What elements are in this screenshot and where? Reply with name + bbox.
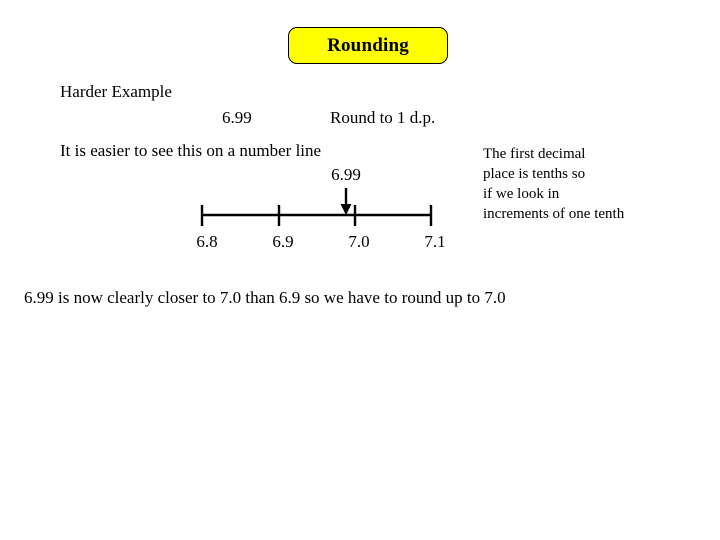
side-note: The first decimal place is tenths so if …: [483, 145, 718, 225]
number-line-tick-label: 7.1: [424, 232, 446, 251]
slide-canvas: Rounding Harder Example 6.99 Round to 1 …: [0, 0, 720, 540]
side-note-line: if we look in: [483, 185, 560, 202]
value-pointer-arrowhead: [340, 204, 352, 215]
example-value: 6.99: [222, 108, 252, 127]
number-line-arrow-label: 6.99: [331, 165, 361, 184]
side-note-line: increments of one tenth: [483, 205, 625, 222]
side-note-line: The first decimal: [483, 146, 586, 162]
page-title: Rounding: [327, 35, 409, 56]
number-line-tick-label: 6.8: [196, 232, 218, 251]
number-line-tick-label: 6.9: [272, 232, 294, 251]
number-line-tick-label: 7.0: [348, 232, 370, 251]
conclusion-text: 6.99 is now clearly closer to 7.0 than 6…: [24, 288, 506, 307]
side-note-line: place is tenths so: [483, 165, 586, 182]
number-line-hint: It is easier to see this on a number lin…: [60, 141, 322, 160]
title-banner: Rounding: [288, 27, 448, 64]
example-heading: Harder Example: [60, 82, 172, 101]
example-instruction: Round to 1 d.p.: [330, 108, 436, 127]
